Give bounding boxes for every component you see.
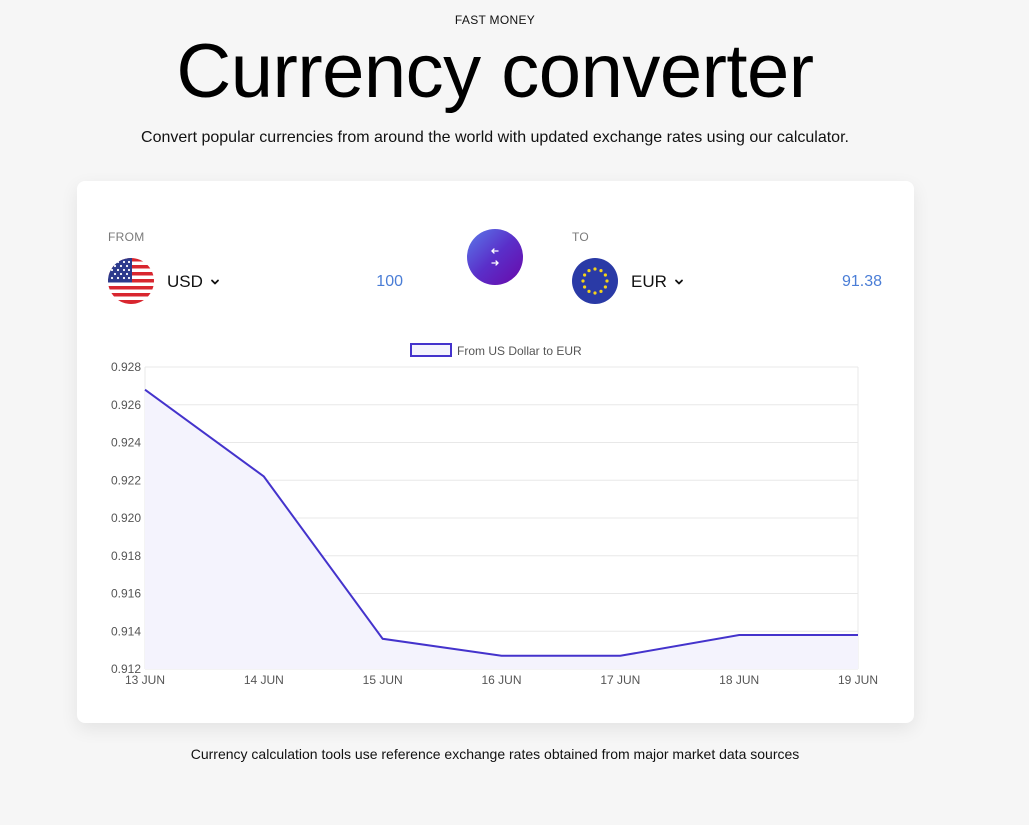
from-amount-input[interactable]: 100 xyxy=(327,273,403,291)
x-tick-label: 14 JUN xyxy=(244,673,284,687)
eu-flag-icon xyxy=(572,258,618,304)
x-tick-label: 17 JUN xyxy=(600,673,640,687)
page-title: Currency converter xyxy=(176,29,814,114)
y-tick-label: 0.914 xyxy=(111,624,141,638)
converter-card: FROM USD 100 TO EUR 91.38 0.928 0.926 0.… xyxy=(77,181,914,723)
eyebrow-label: FAST MONEY xyxy=(454,13,536,27)
from-currency-select[interactable]: USD xyxy=(167,272,221,292)
y-tick-label: 0.924 xyxy=(111,436,141,450)
chevron-down-icon xyxy=(675,279,683,285)
footer-note: Currency calculation tools use reference… xyxy=(190,746,800,762)
us-flag-icon xyxy=(108,258,154,304)
y-tick-label: 0.920 xyxy=(111,511,141,525)
rate-history-chart: 0.928 0.926 0.924 0.922 0.920 0.918 0.916 0.914… xyxy=(77,331,914,701)
to-currency-select[interactable]: EUR xyxy=(631,272,685,292)
chart-svg: 0.928 0.926 0.924 0.922 0.920 0.918 0.916 0.914… xyxy=(111,343,878,687)
to-label: TO xyxy=(572,230,590,244)
y-tick-label: 0.918 xyxy=(111,549,141,563)
y-tick-label: 0.922 xyxy=(111,473,141,487)
to-currency-code: EUR xyxy=(631,272,667,291)
y-tick-label: 0.926 xyxy=(111,398,141,412)
swap-currencies-button[interactable] xyxy=(467,229,523,285)
x-tick-label: 15 JUN xyxy=(363,673,403,687)
x-tick-label: 18 JUN xyxy=(719,673,759,687)
y-tick-label: 0.916 xyxy=(111,587,141,601)
legend-label: From US Dollar to EUR xyxy=(457,344,582,358)
y-tick-label: 0.928 xyxy=(111,360,141,374)
page-subtitle: Convert popular currencies from around t… xyxy=(141,129,849,146)
from-label: FROM xyxy=(108,230,145,244)
x-tick-label: 16 JUN xyxy=(481,673,521,687)
to-amount-output: 91.38 xyxy=(841,273,882,290)
legend-swatch xyxy=(410,343,452,357)
swap-arrows-icon xyxy=(491,248,499,266)
from-currency-code: USD xyxy=(167,272,203,291)
x-tick-label: 13 JUN xyxy=(125,673,165,687)
chevron-down-icon xyxy=(211,279,219,285)
series-area xyxy=(145,389,858,669)
x-tick-label: 19 JUN xyxy=(838,673,878,687)
